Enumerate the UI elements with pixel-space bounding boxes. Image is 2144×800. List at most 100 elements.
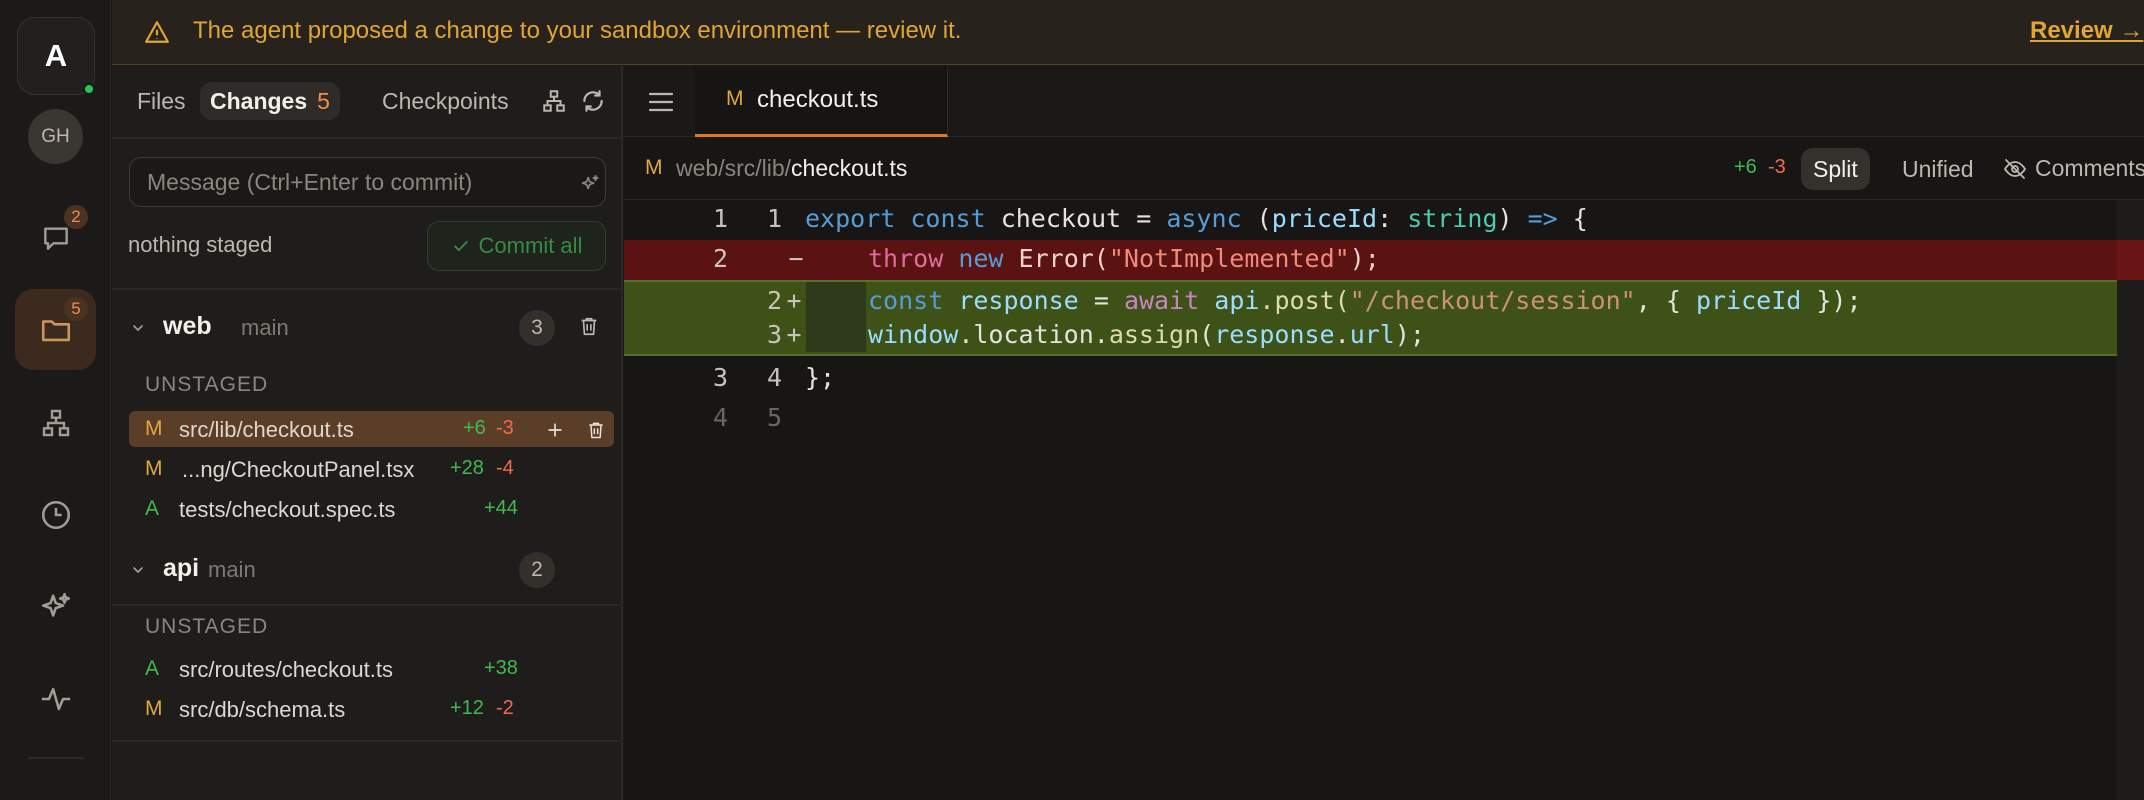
diff-marker: + xyxy=(786,286,802,315)
changes-panel: Files Changes 5 Checkpoints nothing stage… xyxy=(112,66,623,800)
commit-message-box xyxy=(129,157,606,207)
changed-file-row[interactable]: M ...ng/CheckoutPanel.tsx +28 -4 xyxy=(129,451,614,487)
diff-deletions: -3 xyxy=(1768,156,1786,178)
avatar[interactable]: GH xyxy=(28,109,83,164)
minimap-deletion-marker xyxy=(2117,240,2144,280)
breadcrumb-dir: web/src/lib/ xyxy=(676,155,792,181)
tab-changes-label: Changes xyxy=(210,87,308,114)
diff-marker: + xyxy=(786,320,802,349)
new-line-number: 2 xyxy=(766,286,782,315)
breadcrumb: web/src/lib/checkout.ts xyxy=(676,155,907,182)
tab-file-name: checkout.ts xyxy=(757,86,879,113)
rail-history-button[interactable] xyxy=(15,474,96,555)
tree-view-icon[interactable] xyxy=(541,88,567,114)
rail-chat-button[interactable]: 2 xyxy=(15,197,96,278)
code-line: 3 4 }; xyxy=(624,359,2117,399)
file-additions: +12 xyxy=(450,697,484,719)
tab-checkpoints[interactable]: Checkpoints xyxy=(372,82,519,120)
activity-pulse-icon xyxy=(41,687,70,710)
eye-off-icon xyxy=(2003,158,2027,179)
avatar-initials: GH xyxy=(41,125,70,147)
repo-branch: main xyxy=(208,557,256,582)
old-line-number: 4 xyxy=(712,403,728,432)
unified-view-label: Unified xyxy=(1902,155,1974,182)
old-line-number: 3 xyxy=(712,363,728,392)
panel-tabs: Files Changes 5 Checkpoints xyxy=(112,66,623,138)
rail-activity-button[interactable] xyxy=(15,658,96,739)
changed-file-row[interactable]: M src/db/schema.ts +12 -2 xyxy=(129,691,614,727)
comments-label: Comments xyxy=(2035,155,2144,181)
workspace-logo-text: A xyxy=(44,38,68,73)
file-status: A xyxy=(145,657,160,680)
scrollbar[interactable] xyxy=(2117,200,2144,800)
review-link[interactable]: Review → xyxy=(2030,17,2143,45)
diff-header: M web/src/lib/checkout.ts +6 -3 Split Un… xyxy=(624,138,2144,200)
files-badge: 5 xyxy=(64,297,88,321)
comments-toggle[interactable]: Comments xyxy=(2003,155,2144,182)
generate-message-icon[interactable] xyxy=(579,173,601,195)
hierarchy-icon xyxy=(42,409,69,436)
panel-divider xyxy=(112,740,621,742)
repo-name: web xyxy=(163,312,212,340)
changed-file-row[interactable]: A tests/checkout.spec.ts +44 xyxy=(129,491,614,527)
old-line-number: 2 xyxy=(712,244,728,273)
tab-files[interactable]: Files xyxy=(127,82,196,120)
file-path: src/lib/checkout.ts xyxy=(179,417,354,442)
inserted-gutter xyxy=(806,282,866,318)
clock-icon xyxy=(41,500,70,529)
online-status-dot xyxy=(83,83,95,95)
code-text: window.location.assign(response.url); xyxy=(868,320,1425,349)
refresh-icon[interactable] xyxy=(580,88,606,114)
file-path: src/db/schema.ts xyxy=(179,697,346,722)
rail-divider xyxy=(28,757,84,759)
commit-all-button[interactable]: Commit all xyxy=(427,221,606,271)
code-text: const response = await api.post("/checko… xyxy=(868,286,1862,315)
panel-divider xyxy=(112,288,621,290)
workspace-logo[interactable]: A xyxy=(17,17,95,95)
file-deletions: -3 xyxy=(496,417,514,439)
editor-tab-bar: M checkout.ts xyxy=(624,66,2144,137)
warning-icon xyxy=(145,21,169,43)
discard-file-trash-icon[interactable] xyxy=(586,420,606,440)
code-line: 1 1 export const checkout = async (price… xyxy=(624,200,2117,240)
menu-icon[interactable] xyxy=(648,91,674,113)
chat-icon xyxy=(43,226,68,250)
rail-ai-button[interactable] xyxy=(15,566,96,647)
sparkles-icon xyxy=(41,592,70,617)
chat-badge: 2 xyxy=(64,205,88,229)
repo-group-api[interactable]: api main 2 xyxy=(112,548,621,588)
unified-view-button[interactable]: Unified xyxy=(1890,148,1986,190)
file-additions: +28 xyxy=(450,457,484,479)
rail-files-button[interactable]: 5 xyxy=(15,289,96,370)
repo-change-count: 3 xyxy=(519,310,555,346)
diff-editor: M checkout.ts M web/src/lib/checkout.ts … xyxy=(624,66,2144,800)
editor-tab-checkout[interactable]: M checkout.ts xyxy=(695,66,948,137)
repo-group-web[interactable]: web main 3 xyxy=(112,306,621,346)
file-deletions: -2 xyxy=(496,697,514,719)
commit-message-input[interactable] xyxy=(130,158,560,206)
changed-file-row[interactable]: A src/routes/checkout.ts +38 xyxy=(129,651,614,687)
file-path: src/routes/checkout.ts xyxy=(179,657,393,682)
tab-checkpoints-label: Checkpoints xyxy=(382,87,509,114)
unstaged-heading: UNSTAGED xyxy=(145,373,269,396)
nothing-staged-label: nothing staged xyxy=(128,232,273,257)
file-additions: +44 xyxy=(484,497,518,519)
split-view-button[interactable]: Split xyxy=(1801,148,1870,190)
chevron-down-icon xyxy=(133,325,143,331)
rail-graph-button[interactable] xyxy=(15,382,96,463)
code-line: 4 5 xyxy=(624,399,2117,439)
changed-file-row[interactable]: M src/lib/checkout.ts +6 -3 xyxy=(129,411,614,447)
review-banner: The agent proposed a change to your sand… xyxy=(112,0,2144,65)
file-status: M xyxy=(145,417,163,440)
code-text: throw new Error("NotImplemented"); xyxy=(868,244,1380,273)
trash-icon[interactable] xyxy=(578,315,600,337)
file-status: M xyxy=(145,457,163,480)
diff-additions: +6 xyxy=(1734,156,1757,178)
breadcrumb-file: checkout.ts xyxy=(791,155,908,181)
chevron-down-icon xyxy=(133,567,143,573)
tab-files-label: Files xyxy=(137,87,186,114)
tab-changes[interactable]: Changes 5 xyxy=(200,82,340,120)
stage-file-plus-icon[interactable] xyxy=(545,420,565,440)
activity-rail: A GH 2 5 xyxy=(0,0,111,800)
panel-divider xyxy=(112,137,621,139)
